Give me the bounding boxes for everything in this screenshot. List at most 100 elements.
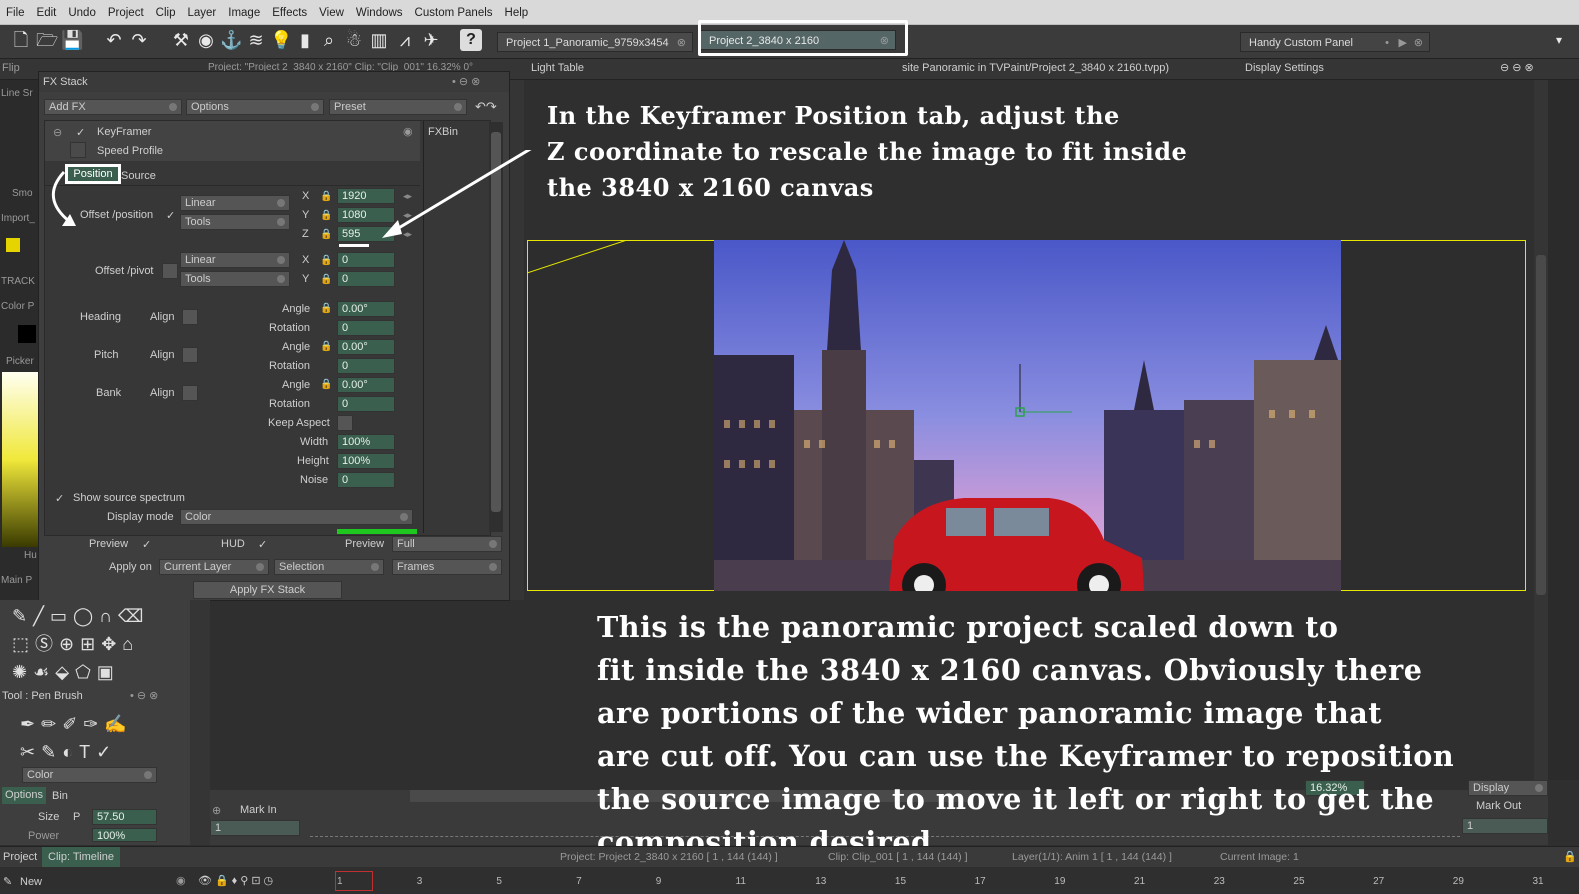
dropdown-icon[interactable]: ◉ [176, 874, 186, 887]
tab-clip-timeline[interactable]: Clip: Timeline [42, 847, 120, 867]
options-dropdown[interactable]: Options [186, 99, 324, 115]
pattern-icon[interactable]: ▣ [97, 662, 120, 682]
close-icon[interactable]: ⊗ [677, 33, 686, 53]
pitch-rotation-field[interactable]: 0 [337, 358, 395, 374]
bank-align-check[interactable] [182, 385, 198, 401]
help-icon[interactable]: ? [460, 29, 482, 51]
menu-effects[interactable]: Effects [266, 0, 313, 24]
tab-handy-panel[interactable]: Handy Custom Panel • ▶ ⊗ [1240, 32, 1430, 52]
menu-project[interactable]: Project [102, 0, 150, 24]
play-icon[interactable]: ▶ [1399, 33, 1407, 53]
undo-icon[interactable]: ↶ [103, 29, 125, 51]
pen-icon[interactable]: ✒ [20, 714, 41, 734]
redo-icon[interactable]: ↷ [128, 29, 150, 51]
shape-icon[interactable]: ⬠ [75, 662, 97, 682]
tab-options[interactable]: Options [2, 787, 46, 804]
tab-project[interactable]: Project [3, 851, 37, 863]
collapse-icon[interactable]: ⊖ [53, 126, 62, 139]
undo-redo-icon[interactable]: ↶↷ [475, 99, 497, 115]
transform-icon[interactable]: ⊞ [80, 634, 101, 654]
panel-controls-icon[interactable]: • ⊖ ⊗ [130, 689, 158, 702]
library-icon[interactable]: ▥ [368, 29, 390, 51]
ink-icon[interactable]: ✍ [104, 714, 132, 734]
tool-color-dropdown[interactable]: Color [22, 767, 157, 783]
heading-rotation-field[interactable]: 0 [337, 320, 395, 336]
frame-number[interactable]: 23 [1214, 876, 1225, 887]
menu-help[interactable]: Help [499, 0, 535, 24]
menu-view[interactable]: View [313, 0, 350, 24]
lock-icon[interactable]: 🔒 [320, 380, 332, 390]
menu-custom-panels[interactable]: Custom Panels [409, 0, 499, 24]
frame-number[interactable]: 29 [1453, 876, 1464, 887]
frame-number[interactable]: 9 [656, 876, 662, 887]
bank-angle-field[interactable]: 0.00° [337, 377, 395, 393]
frame-number[interactable]: 7 [576, 876, 582, 887]
frame-number[interactable]: 27 [1373, 876, 1384, 887]
marker-icon[interactable]: ✐ [62, 714, 83, 734]
frame-number[interactable]: 25 [1293, 876, 1304, 887]
clone-icon[interactable]: ⊕ [59, 634, 80, 654]
menu-windows[interactable]: Windows [350, 0, 409, 24]
pencil-icon[interactable]: ✏ [41, 714, 62, 734]
color-swatch[interactable] [18, 325, 36, 343]
check-icon[interactable]: ✓ [76, 126, 85, 139]
lock-icon[interactable]: 🔒 [320, 256, 332, 266]
check-icon[interactable]: ✓ [55, 492, 64, 505]
special-icon[interactable]: ✓ [96, 742, 117, 762]
circle-icon[interactable]: ◯ [73, 606, 99, 626]
new-file-icon[interactable]: 🗋 [10, 29, 32, 51]
preset-dropdown[interactable]: Preset [329, 99, 467, 115]
panel-controls-icon[interactable]: • ⊖ ⊗ [452, 75, 480, 88]
menu-edit[interactable]: Edit [31, 0, 63, 24]
menu-image[interactable]: Image [222, 0, 266, 24]
open-file-icon[interactable]: 🗁 [36, 29, 58, 51]
keep-aspect-check[interactable] [337, 415, 353, 431]
drop-icon[interactable]: ◐ [62, 742, 79, 762]
minimize-icon[interactable]: ⊖ ⊖ ⊗ [1500, 61, 1534, 74]
frame-number[interactable]: 15 [895, 876, 906, 887]
heading-angle-field[interactable]: 0.00° [337, 301, 395, 317]
pivot-x-field[interactable]: 0 [337, 252, 395, 268]
frame-number[interactable]: 11 [736, 876, 746, 887]
power-field[interactable]: 100% [92, 828, 157, 842]
fill-icon[interactable]: ⬙ [55, 662, 75, 682]
camera-icon[interactable]: ⌂ [122, 634, 139, 654]
apply-fx-stack-button[interactable]: Apply FX Stack [193, 581, 342, 599]
layers-icon[interactable]: ≋ [245, 29, 267, 51]
frame-number[interactable]: 19 [1054, 876, 1065, 887]
mark-out-field[interactable]: 1 [1462, 818, 1548, 834]
save-icon[interactable]: 💾 [61, 29, 83, 51]
scrollbar-thumb[interactable] [1536, 255, 1546, 595]
lightbulb-icon[interactable]: 💡 [270, 29, 292, 51]
stamp-icon[interactable]: ⚓ [220, 29, 242, 51]
frames-dropdown[interactable]: Frames [392, 559, 502, 575]
selection-icon[interactable]: ⬚ [12, 634, 35, 654]
pitch-align-check[interactable] [182, 347, 198, 363]
display-settings-label[interactable]: Display Settings [1245, 62, 1324, 74]
height-field[interactable]: 100% [337, 453, 395, 469]
tab-bin[interactable]: Bin [52, 790, 68, 802]
text-icon[interactable]: T [79, 742, 96, 762]
interpolation-dropdown[interactable]: Linear [180, 252, 290, 268]
brush-icon[interactable]: ✎ [12, 606, 33, 626]
send-icon[interactable]: ✈ [420, 29, 442, 51]
frame-number[interactable]: 31 [1533, 876, 1544, 887]
curve-icon[interactable]: ∩ [99, 606, 118, 626]
dropdown-icon[interactable]: ◉ [403, 125, 413, 138]
check-icon[interactable]: ✓ [258, 538, 267, 551]
line-icon[interactable]: ╱ [33, 606, 50, 626]
menu-clip[interactable]: Clip [150, 0, 182, 24]
pressure-label[interactable]: P [73, 811, 80, 823]
lock-icon[interactable]: 🔒 [320, 304, 332, 314]
toolbox-icon[interactable]: ⚒ [170, 29, 192, 51]
lock-icon[interactable]: 🔒 [320, 342, 332, 352]
brush2-icon[interactable]: ✎ [41, 742, 62, 762]
bank-rotation-field[interactable]: 0 [337, 396, 395, 412]
tab-project1[interactable]: Project 1_Panoramic_9759x3454 ⊗ [497, 32, 693, 52]
frame-number[interactable]: 5 [496, 876, 502, 887]
move-icon[interactable]: ✥ [101, 634, 122, 654]
frame-number[interactable]: 3 [417, 876, 423, 887]
magic-select-icon[interactable]: Ⓢ [35, 634, 59, 654]
heading-align-check[interactable] [182, 309, 198, 325]
selection-dropdown[interactable]: Selection [274, 559, 384, 575]
